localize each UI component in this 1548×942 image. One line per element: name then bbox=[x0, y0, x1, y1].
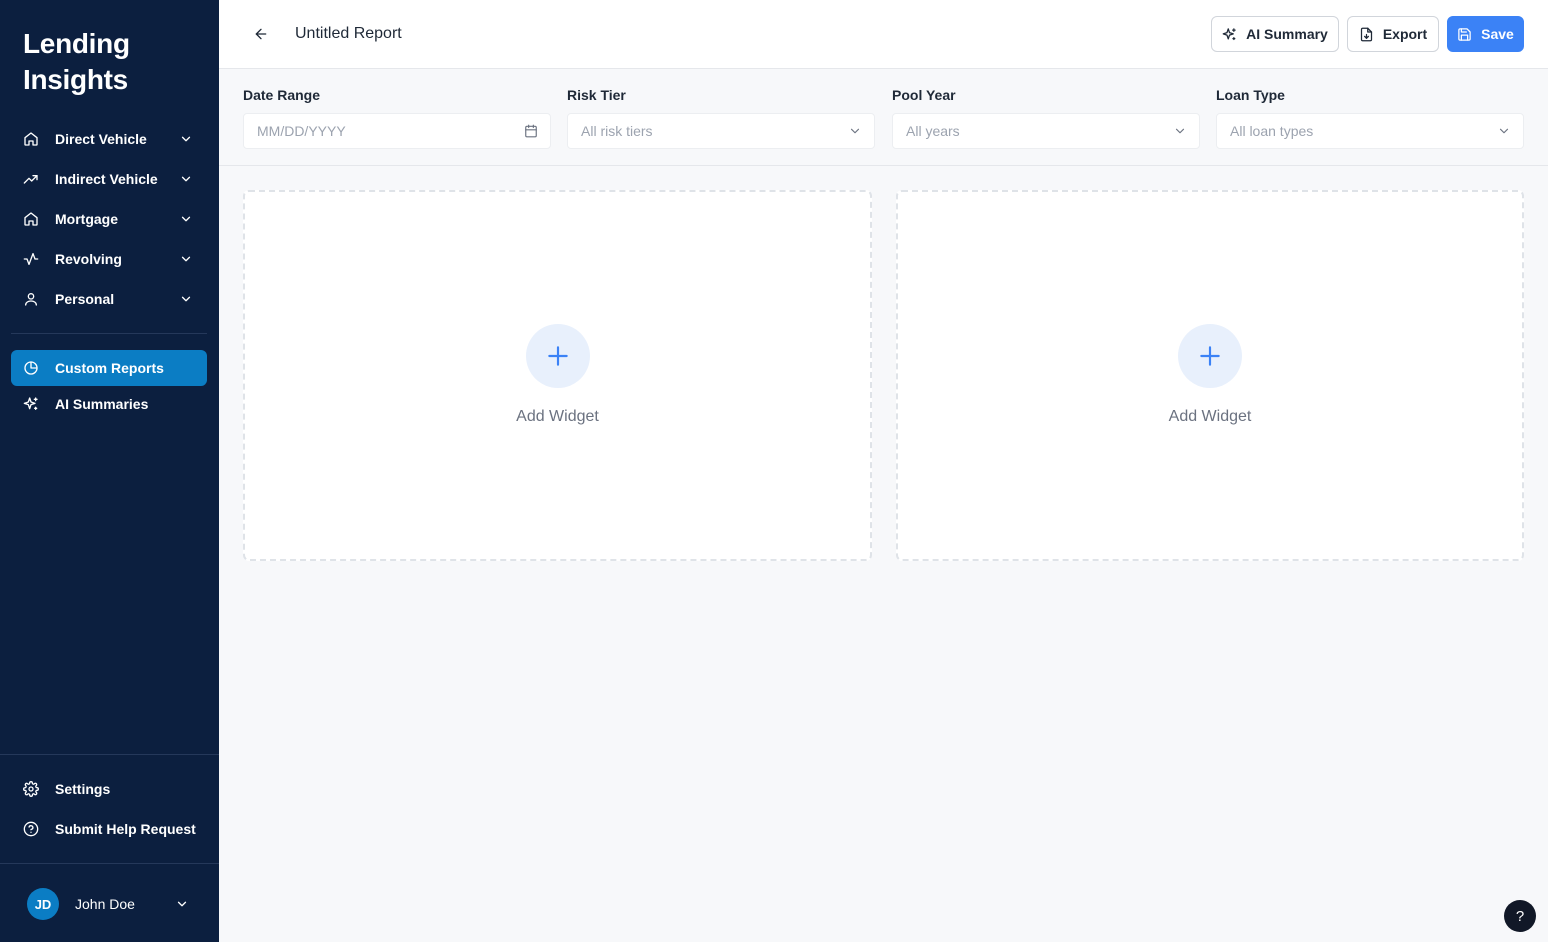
date-range-placeholder: MM/DD/YYYY bbox=[257, 123, 346, 139]
add-widget-label: Add Widget bbox=[516, 408, 599, 425]
sidebar-item-label: Custom Reports bbox=[55, 360, 164, 376]
sidebar-item-label: AI Summaries bbox=[55, 396, 149, 412]
sidebar-item-settings[interactable]: Settings bbox=[11, 771, 207, 807]
activity-icon bbox=[23, 251, 39, 267]
brand-title: Lending Insights bbox=[23, 28, 130, 95]
risk-tier-select[interactable]: All risk tiers bbox=[567, 113, 875, 149]
calendar-icon[interactable] bbox=[524, 124, 538, 138]
plus-icon bbox=[547, 346, 568, 366]
filter-bar: Date Range MM/DD/YYYY Risk Tier All risk… bbox=[219, 69, 1548, 166]
plus-icon bbox=[1200, 346, 1220, 366]
help-button[interactable]: ? bbox=[1504, 900, 1536, 932]
sidebar-item-label: Settings bbox=[55, 781, 111, 797]
chevron-down-icon bbox=[1499, 128, 1509, 134]
arrow-left-icon bbox=[255, 28, 267, 40]
pool-year-filter: Pool Year All years bbox=[892, 87, 1200, 149]
risk-tier-filter: Risk Tier All risk tiers bbox=[567, 87, 875, 149]
chevron-down-icon bbox=[181, 216, 191, 222]
add-widget-slot[interactable]: Add Widget bbox=[243, 190, 872, 561]
sidebar-item-direct-vehicle[interactable]: Direct Vehicle bbox=[11, 121, 207, 157]
add-widget-button[interactable] bbox=[525, 324, 590, 388]
date-range-filter: Date Range MM/DD/YYYY bbox=[243, 87, 551, 149]
filter-label: Date Range bbox=[243, 87, 321, 103]
sidebar-divider bbox=[0, 863, 219, 864]
sidebar-item-custom-reports[interactable]: Custom Reports bbox=[11, 350, 207, 386]
add-widget-slot[interactable]: Add Widget bbox=[896, 190, 1524, 561]
loan-type-value: All loan types bbox=[1230, 123, 1314, 139]
add-widget-button[interactable] bbox=[1178, 324, 1242, 388]
sidebar-item-label: Personal bbox=[55, 291, 115, 307]
home-icon bbox=[23, 131, 39, 147]
sidebar-divider bbox=[0, 754, 219, 755]
filter-label: Risk Tier bbox=[567, 87, 626, 103]
chevron-down-icon bbox=[181, 256, 191, 262]
sidebar-item-label: Indirect Vehicle bbox=[55, 171, 158, 187]
file-download-icon bbox=[1360, 27, 1372, 41]
sidebar-item-mortgage[interactable]: Mortgage bbox=[11, 201, 207, 237]
pie-chart-icon bbox=[23, 360, 39, 376]
save-icon bbox=[1458, 27, 1471, 41]
home-icon bbox=[23, 211, 39, 227]
back-button[interactable] bbox=[251, 24, 271, 44]
gear-icon bbox=[23, 781, 39, 797]
export-button[interactable]: Export bbox=[1347, 16, 1439, 52]
user-name: John Doe bbox=[75, 896, 135, 912]
chevron-down-icon bbox=[181, 176, 191, 182]
risk-tier-value: All risk tiers bbox=[581, 123, 653, 139]
avatar: JD bbox=[27, 888, 59, 920]
chevron-down-icon bbox=[181, 296, 191, 302]
filter-label: Pool Year bbox=[892, 87, 956, 103]
sidebar-item-revolving[interactable]: Revolving bbox=[11, 241, 207, 277]
loan-type-select[interactable]: All loan types bbox=[1216, 113, 1524, 149]
chevron-down-icon bbox=[177, 901, 187, 907]
date-range-input[interactable]: MM/DD/YYYY bbox=[243, 113, 551, 149]
sidebar-item-label: Mortgage bbox=[55, 211, 118, 227]
filter-label: Loan Type bbox=[1216, 87, 1285, 103]
sidebar-item-label: Direct Vehicle bbox=[55, 131, 147, 147]
chevron-down-icon bbox=[181, 136, 191, 142]
sparkles-icon bbox=[1222, 27, 1236, 40]
sidebar-item-indirect-vehicle[interactable]: Indirect Vehicle bbox=[11, 161, 207, 197]
help-circle-icon bbox=[23, 821, 39, 837]
pool-year-select[interactable]: All years bbox=[892, 113, 1200, 149]
add-widget-label: Add Widget bbox=[1168, 408, 1252, 425]
user-icon bbox=[23, 291, 39, 307]
sidebar: Lending Insights Direct Vehicle Indirect… bbox=[0, 0, 219, 942]
export-label: Export bbox=[1382, 26, 1428, 42]
save-button[interactable]: Save bbox=[1447, 16, 1524, 52]
sidebar-item-label: Submit Help Request bbox=[55, 821, 196, 837]
pool-year-value: All years bbox=[906, 123, 960, 139]
page-title[interactable]: Untitled Report bbox=[295, 24, 402, 44]
sparkles-icon bbox=[23, 396, 39, 412]
user-menu[interactable]: JD John Doe bbox=[27, 888, 197, 920]
ai-summary-label: AI Summary bbox=[1246, 26, 1328, 42]
sidebar-item-personal[interactable]: Personal bbox=[11, 281, 207, 317]
sidebar-item-label: Revolving bbox=[55, 251, 122, 267]
sidebar-item-ai-summaries[interactable]: AI Summaries bbox=[11, 386, 207, 422]
loan-type-filter: Loan Type All loan types bbox=[1216, 87, 1524, 149]
ai-summary-button[interactable]: AI Summary bbox=[1211, 16, 1339, 52]
sidebar-item-help-request[interactable]: Submit Help Request bbox=[11, 811, 207, 847]
chevron-down-icon bbox=[850, 128, 860, 134]
trending-up-icon bbox=[23, 171, 39, 187]
sidebar-divider bbox=[11, 333, 207, 334]
report-header: Untitled Report AI Summary Export Save bbox=[219, 0, 1548, 69]
save-label: Save bbox=[1481, 26, 1514, 42]
chevron-down-icon bbox=[1175, 128, 1185, 134]
